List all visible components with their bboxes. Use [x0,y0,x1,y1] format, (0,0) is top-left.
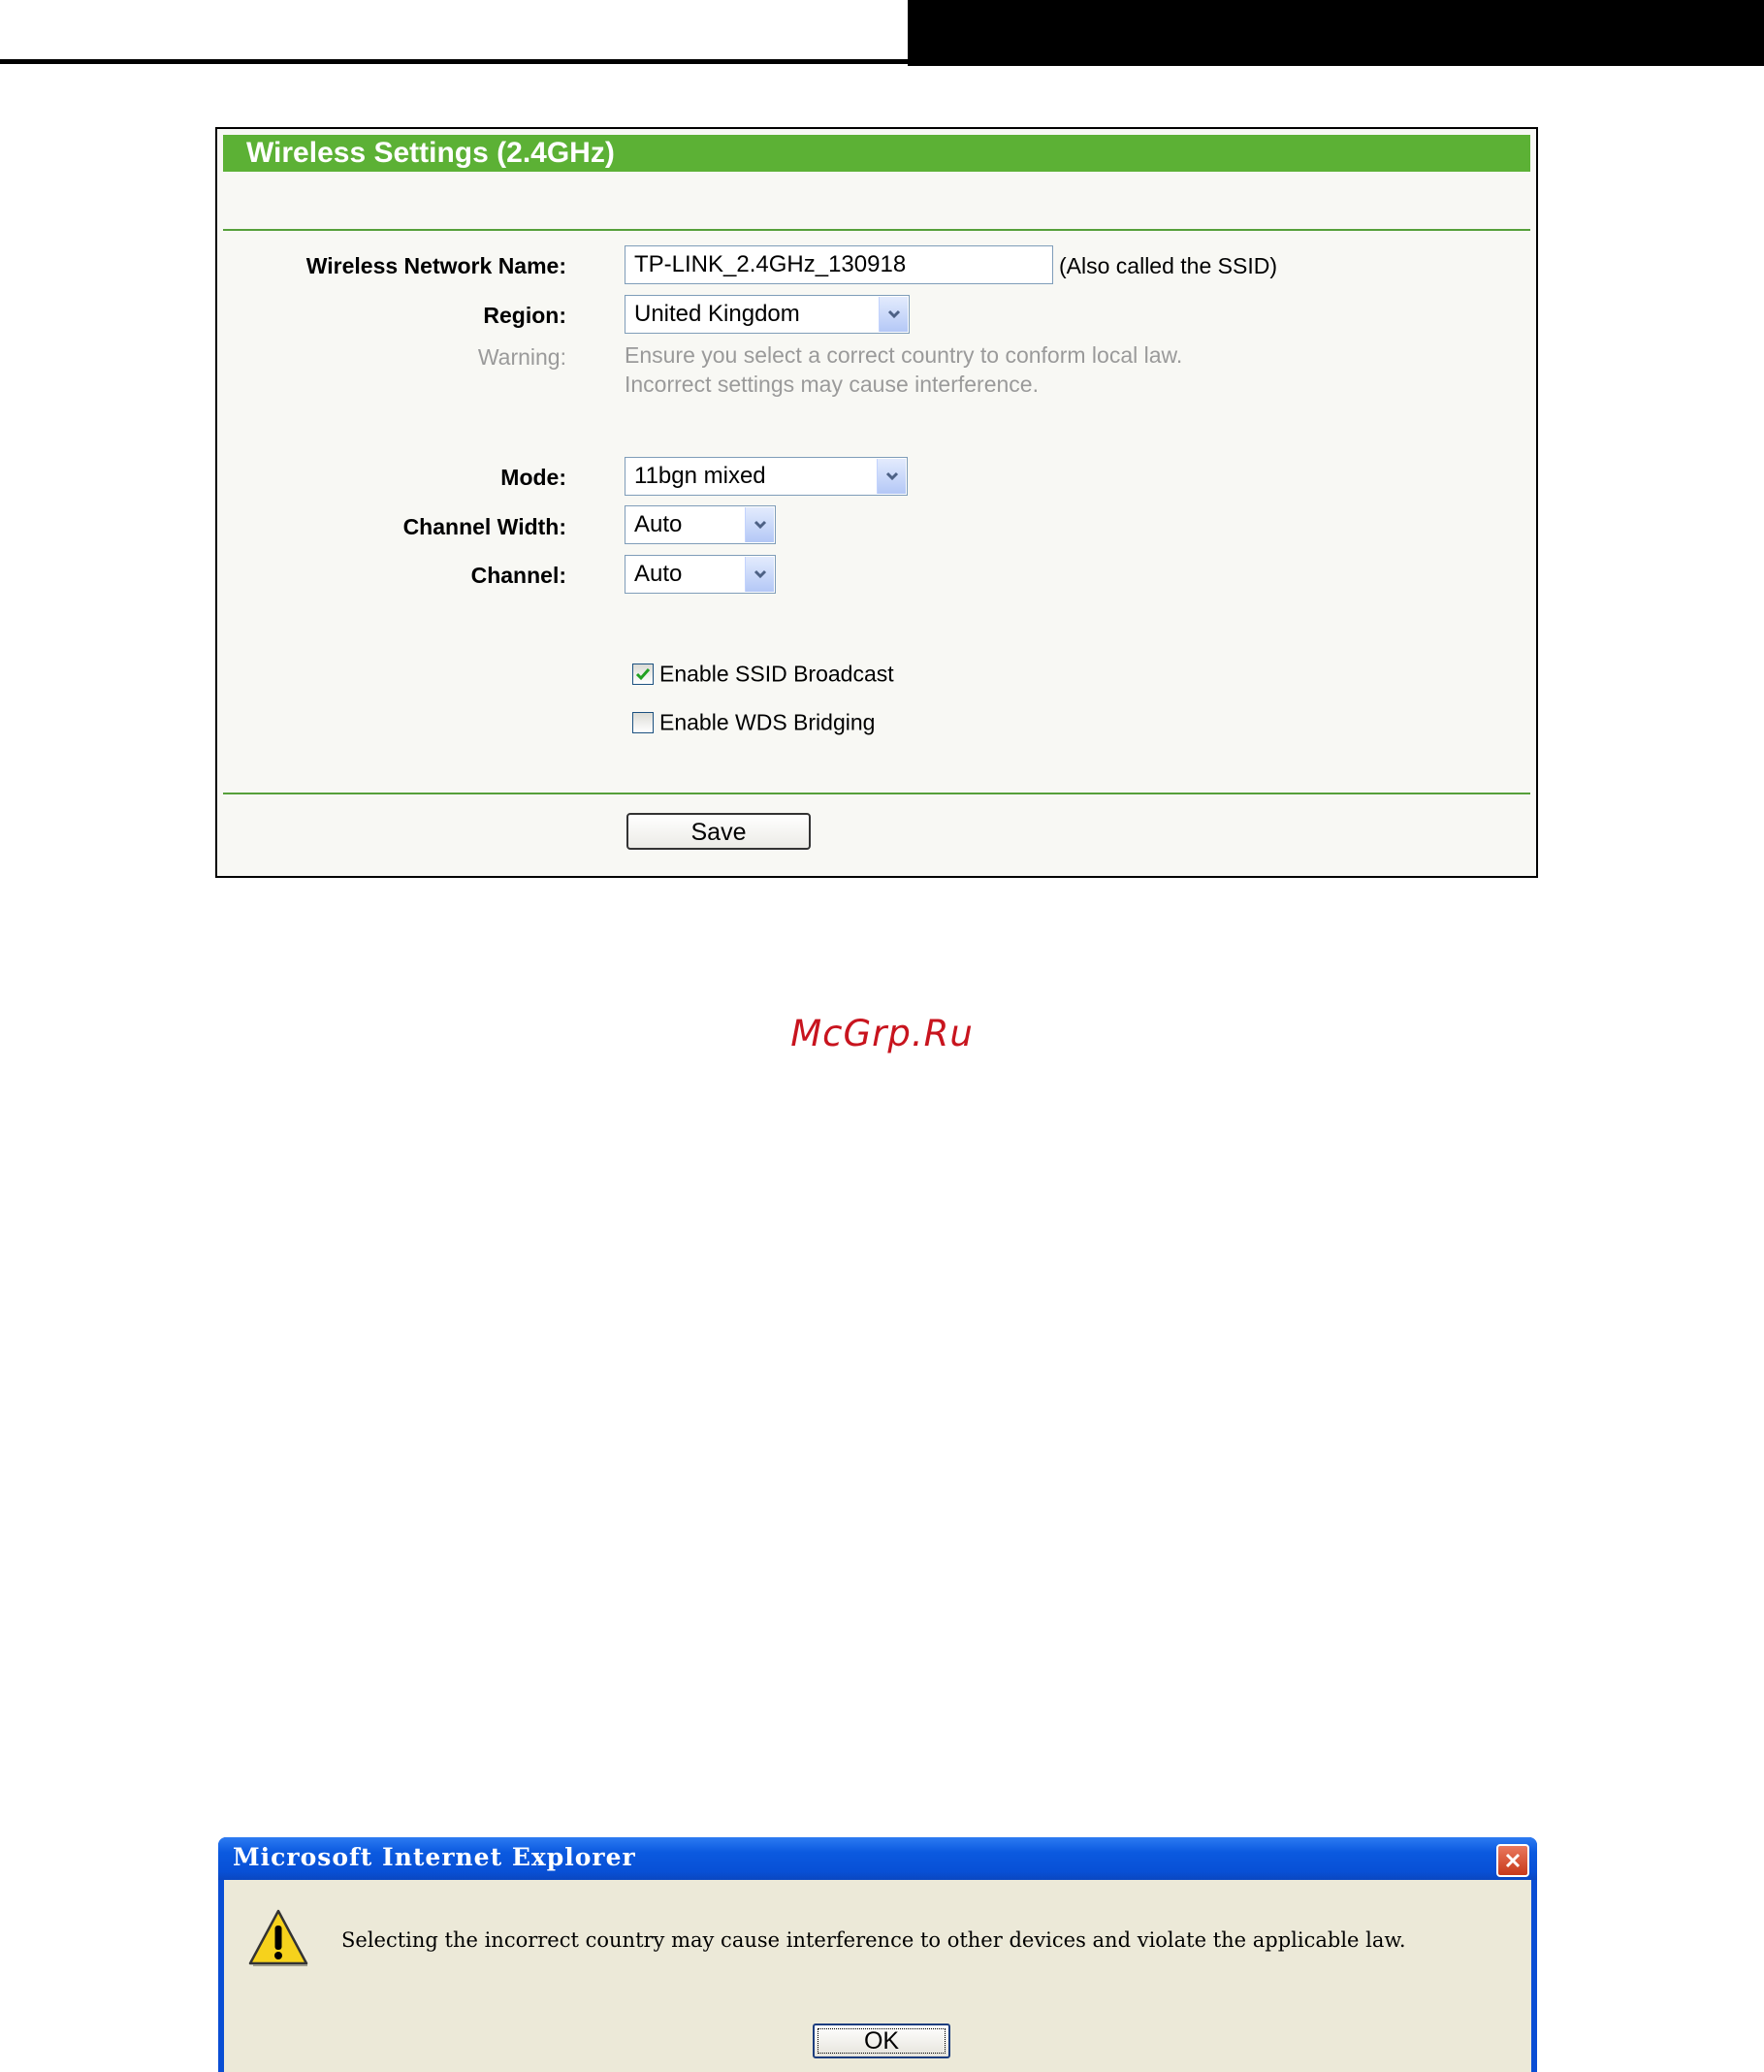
chevron-down-icon [879,297,908,332]
close-button[interactable] [1496,1844,1529,1877]
checkmark-icon [635,667,651,681]
warning-label: Warning: [477,344,566,370]
focus-rectangle [818,2028,946,2054]
mode-label: Mode: [500,465,566,490]
wireless-settings-panel: Wireless Settings (2.4GHz) Wireless Netw… [215,127,1538,878]
panel-title: Wireless Settings (2.4GHz) [223,135,1530,172]
region-value: United Kingdom [634,301,800,327]
dialog-body: Selecting the incorrect country may caus… [224,1880,1531,2072]
ssid-broadcast-label: Enable SSID Broadcast [659,661,894,687]
mode-value: 11bgn mixed [634,463,766,489]
page-top-black-bar [908,0,1764,66]
network-name-label: Wireless Network Name: [305,253,566,278]
region-select[interactable]: United Kingdom [625,295,910,334]
chevron-down-icon [745,507,774,542]
warning-line-2: Incorrect settings may cause interferenc… [625,372,1039,397]
channel-width-select[interactable]: Auto [625,505,776,544]
channel-value: Auto [634,561,683,587]
chevron-down-icon [745,557,774,592]
divider-bottom [223,793,1530,794]
close-icon [1505,1853,1521,1868]
wds-bridging-checkbox[interactable] [632,711,654,733]
channel-width-label: Channel Width: [402,514,566,539]
warning-icon [248,1909,308,1966]
channel-label: Channel: [470,563,566,588]
channel-width-value: Auto [634,511,683,537]
ie-alert-dialog: Microsoft Internet Explorer Selecting th… [218,1837,1537,2072]
ssid-hint: (Also called the SSID) [1059,253,1277,278]
mode-select[interactable]: 11bgn mixed [625,457,908,496]
dialog-title: Microsoft Internet Explorer [233,1843,636,1871]
divider-top [223,229,1530,231]
ok-button[interactable]: OK [813,2023,950,2058]
warning-line-1: Ensure you select a correct country to c… [625,342,1183,368]
region-label: Region: [483,303,566,328]
watermark-text: McGrp.Ru [790,1013,974,1054]
wds-bridging-label: Enable WDS Bridging [659,709,876,735]
dialog-title-bar[interactable]: Microsoft Internet Explorer [218,1837,1537,1880]
dialog-message: Selecting the incorrect country may caus… [341,1928,1406,1952]
chevron-down-icon [877,459,906,494]
ssid-broadcast-checkbox[interactable] [632,663,654,685]
ssid-broadcast-option[interactable]: Enable SSID Broadcast [632,660,894,689]
wds-bridging-option[interactable]: Enable WDS Bridging [632,708,875,737]
page-top-rule [0,59,912,64]
save-button[interactable]: Save [626,813,811,850]
network-name-input[interactable] [625,245,1053,284]
channel-select[interactable]: Auto [625,555,776,594]
